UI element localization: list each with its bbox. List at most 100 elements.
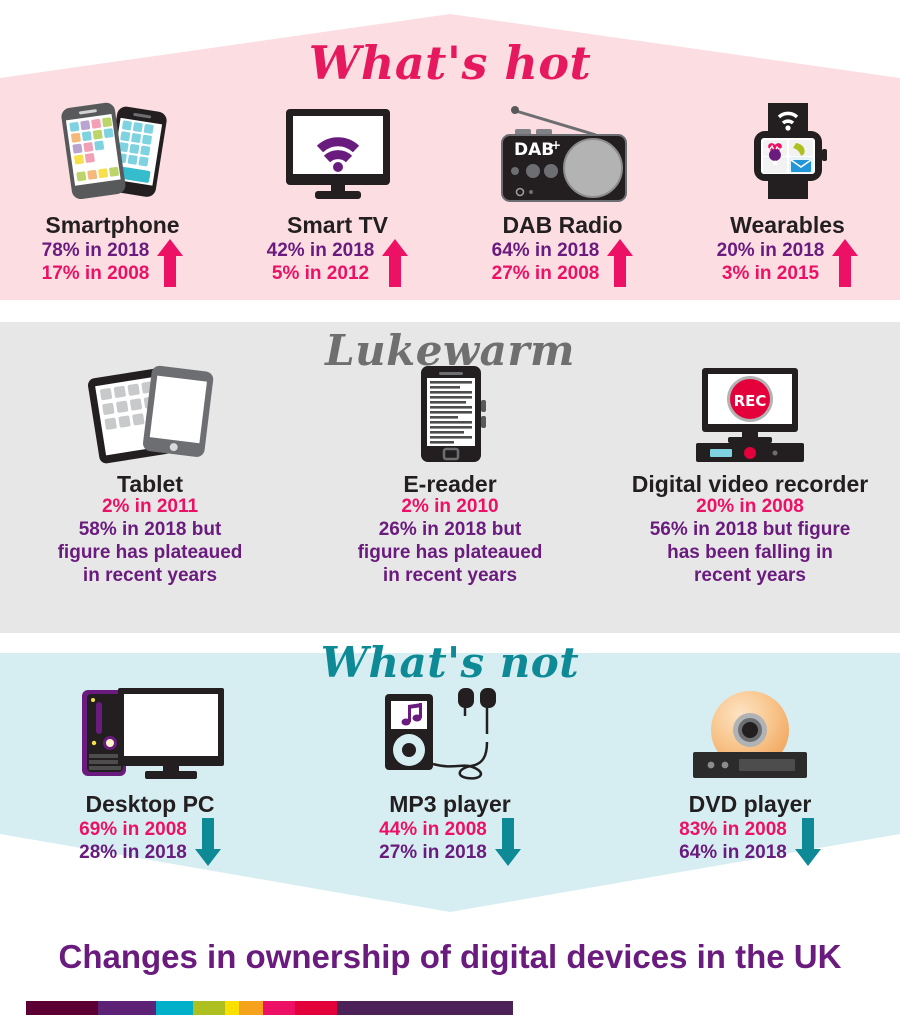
stat-line: 64% in 2018 [679, 842, 787, 864]
stat-line: has been falling in [667, 541, 833, 563]
colorbar-segment [98, 1001, 156, 1015]
dab-radio-icon: DAB + [488, 95, 638, 207]
smartphone-icon [43, 95, 183, 207]
stat-line: figure has plateaued [357, 541, 543, 563]
stat-line: 26% in 2018 but [378, 518, 522, 540]
stat-line: 64% in 2018 [491, 240, 600, 262]
device-name: DVD player [688, 791, 812, 817]
stat-line: recent years [694, 564, 806, 586]
device-name: DAB Radio [502, 212, 623, 238]
device-card-wearables: Wearables 20% in 2018 3% in 2015 [675, 95, 900, 288]
stat-line: 28% in 2018 [79, 842, 187, 864]
stat-line: 27% in 2018 [379, 842, 487, 864]
stat-line: 20% in 2018 [716, 240, 825, 262]
colorbar-segment [225, 1001, 239, 1015]
stat-line: 3% in 2015 [721, 263, 820, 285]
trend-up-icon [607, 239, 634, 288]
stat-lines: 44% in 2008 27% in 2018 [379, 819, 487, 865]
colorbar-segment [295, 1001, 337, 1015]
device-name: Smart TV [287, 212, 388, 238]
stat-lines: 83% in 2008 64% in 2018 [679, 819, 787, 865]
device-name: MP3 player [389, 791, 511, 817]
stat-lines: 69% in 2008 28% in 2018 [79, 819, 187, 865]
section-items-not: Desktop PC 69% in 2008 28% in 2018 MP3 p… [0, 682, 900, 867]
stat-line: 56% in 2018 but figure [649, 518, 851, 540]
device-card-smartphone: Smartphone 78% in 2018 17% in 2008 [0, 95, 225, 288]
stat-line: 78% in 2018 [41, 240, 150, 262]
colorbar-segment [239, 1001, 263, 1015]
dvd-player-icon [675, 682, 825, 786]
stat-lines: 2% in 2010 26% in 2018 but figure has pl… [358, 496, 543, 587]
stat-line: 5% in 2012 [271, 263, 370, 285]
device-name: Digital video recorder [631, 471, 869, 497]
stat-line: in recent years [382, 564, 518, 586]
dvr-icon: REC [680, 362, 820, 466]
device-name: Desktop PC [85, 791, 215, 817]
section-title-hot: What's hot [308, 36, 592, 90]
trend-down-icon [794, 818, 821, 867]
stat-lines: 2% in 2011 58% in 2018 but figure has pl… [58, 496, 243, 587]
stat-line: 42% in 2018 [266, 240, 375, 262]
colorbar-segment [263, 1001, 295, 1015]
mp3-player-icon [375, 682, 525, 786]
stat-block: 44% in 2008 27% in 2018 [379, 818, 521, 867]
device-card-desktop-pc: Desktop PC 69% in 2008 28% in 2018 [0, 682, 300, 867]
device-name: E-reader [403, 471, 497, 497]
device-card-dab-radio: DAB + DAB Radio 64% in 2018 27% in 2008 [450, 95, 675, 288]
stat-line: figure has plateaued [57, 541, 243, 563]
stat-line: 69% in 2008 [79, 819, 187, 841]
svg-text:REC: REC [734, 392, 767, 410]
section-items-hot: Smartphone 78% in 2018 17% in 2008 Smart… [0, 95, 900, 288]
stat-lines: 42% in 2018 5% in 2012 [267, 240, 375, 286]
stat-block: 42% in 2018 5% in 2012 [267, 239, 409, 288]
device-card-smart-tv: Smart TV 42% in 2018 5% in 2012 [225, 95, 450, 288]
colorbar-segment [26, 1001, 98, 1015]
device-card-tablet: Tablet 2% in 2011 58% in 2018 but figure… [0, 362, 300, 587]
colorbar-segment [193, 1001, 225, 1015]
section-title-not: What's not [320, 638, 580, 687]
stat-line: in recent years [82, 564, 218, 586]
stat-line: 58% in 2018 but [78, 518, 222, 540]
device-name: Smartphone [45, 212, 180, 238]
stat-line: 20% in 2008 [696, 496, 804, 518]
stat-block: 69% in 2008 28% in 2018 [79, 818, 221, 867]
trend-up-icon [157, 239, 184, 288]
trend-down-icon [494, 818, 521, 867]
footer-title: Changes in ownership of digital devices … [58, 938, 842, 975]
brand-colorbar [26, 1001, 513, 1015]
tablet-icon [75, 362, 225, 466]
stat-line: 83% in 2008 [679, 819, 787, 841]
stat-lines: 78% in 2018 17% in 2008 [42, 240, 150, 286]
trend-up-icon [832, 239, 859, 288]
svg-text:DAB: DAB [514, 140, 554, 160]
infographic-root: What's hot Smartphone 78% in 2018 17% in… [0, 0, 900, 1026]
stat-lines: 20% in 2008 56% in 2018 but figure has b… [650, 496, 851, 587]
device-card-e-reader: E-reader 2% in 2010 26% in 2018 but figu… [300, 362, 600, 587]
smart-tv-icon [268, 95, 408, 207]
device-card-mp3-player: MP3 player 44% in 2008 27% in 2018 [300, 682, 600, 867]
stat-line: 2% in 2010 [401, 496, 499, 518]
device-card-dvr: REC Digital video recorder 20% in 2008 5… [600, 362, 900, 587]
desktop-pc-icon [60, 682, 240, 786]
stat-block: 78% in 2018 17% in 2008 [42, 239, 184, 288]
stat-lines: 20% in 2018 3% in 2015 [717, 240, 825, 286]
stat-block: 64% in 2018 27% in 2008 [492, 239, 634, 288]
device-name: Tablet [116, 471, 184, 497]
trend-down-icon [194, 818, 221, 867]
stat-line: 27% in 2008 [491, 263, 600, 285]
stat-lines: 64% in 2018 27% in 2008 [492, 240, 600, 286]
stat-line: 17% in 2008 [41, 263, 150, 285]
device-name: Wearables [730, 212, 845, 238]
stat-block: 83% in 2008 64% in 2018 [679, 818, 821, 867]
e-reader-icon [395, 362, 505, 466]
stat-line: 2% in 2011 [101, 496, 199, 518]
colorbar-segment [337, 1001, 513, 1015]
stat-line: 44% in 2008 [379, 819, 487, 841]
device-card-dvd-player: DVD player 83% in 2008 64% in 2018 [600, 682, 900, 867]
smartwatch-icon [723, 95, 853, 207]
section-items-lukewarm: Tablet 2% in 2011 58% in 2018 but figure… [0, 362, 900, 587]
trend-up-icon [382, 239, 409, 288]
svg-text:+: + [551, 138, 561, 152]
colorbar-segment [156, 1001, 193, 1015]
stat-block: 20% in 2018 3% in 2015 [717, 239, 859, 288]
